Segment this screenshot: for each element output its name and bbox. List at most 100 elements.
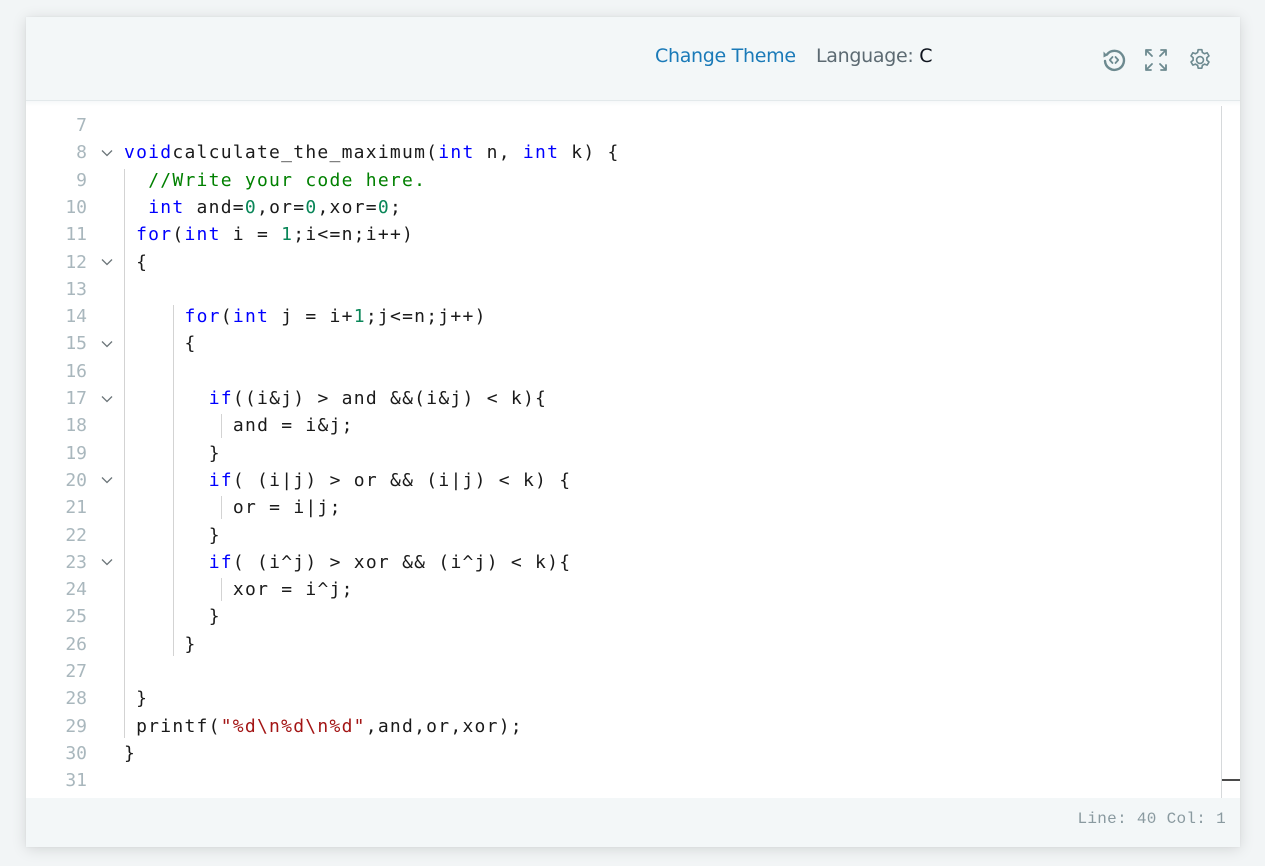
code-text: voidcalculate_the_maximum(int n, int k) … — [124, 139, 620, 166]
code-line[interactable]: 25} — [26, 603, 1216, 630]
code-editor[interactable]: 7 8 voidcalculate_the_maximum(int n, int k… — [26, 106, 1240, 798]
code-line[interactable]: 17 if((i&j) > and &&(i&j) < k){ — [26, 385, 1216, 412]
minimap-divider — [1221, 106, 1222, 798]
indent-guide — [221, 414, 222, 438]
token-text: ((i&j) > and &&(i&j) < k){ — [232, 388, 548, 409]
code-text: printf("%d\n%d\n%d",and,or,xor); — [136, 713, 523, 740]
code-text: xor = i^j; — [233, 576, 354, 603]
fold-chevron-icon[interactable] — [100, 330, 114, 357]
code-text: { — [136, 249, 148, 276]
line-number: 12 — [65, 251, 87, 273]
token-str: "%d\n%d\n%d" — [220, 715, 366, 737]
fold-chevron-icon[interactable] — [100, 549, 114, 576]
line-number: 28 — [65, 688, 87, 710]
line-number: 20 — [65, 469, 87, 491]
fullscreen-icon — [1145, 49, 1167, 71]
indent-guide — [124, 168, 125, 738]
code-text: } — [185, 631, 197, 658]
code-text: if( (i|j) > or && (i|j) < k) { — [209, 467, 572, 494]
code-line[interactable]: 11 for(int i = 1;i<=n;i++) — [26, 221, 1216, 248]
language-selector[interactable]: Language: C — [816, 45, 932, 67]
code-line[interactable]: 16 — [26, 358, 1216, 385]
token-text: k) { — [559, 142, 620, 164]
line-number: 7 — [76, 115, 87, 136]
token-kw: int — [522, 142, 560, 164]
token-text: } — [208, 606, 221, 628]
code-line[interactable]: 20 if( (i|j) > or && (i|j) < k) { — [26, 467, 1216, 494]
token-text: ( — [220, 306, 233, 328]
code-text: or = i|j; — [233, 494, 342, 521]
line-number: 11 — [65, 224, 87, 246]
code-line[interactable]: 28} — [26, 685, 1216, 712]
fold-chevron-icon[interactable] — [100, 139, 114, 166]
fullscreen-button[interactable] — [1142, 46, 1170, 74]
token-text: ,and,or,xor); — [365, 715, 523, 737]
code-text: //Write your code here. — [148, 167, 426, 194]
token-text: { — [184, 333, 197, 355]
token-text: ( (i^j) > xor && (i^j) < k){ — [232, 551, 572, 573]
line-number: 26 — [65, 633, 87, 655]
code-line[interactable]: 9 //Write your code here. — [26, 167, 1216, 194]
line-number: 9 — [76, 169, 87, 191]
code-line[interactable]: 7 — [26, 112, 1216, 139]
settings-button[interactable] — [1186, 46, 1214, 74]
token-text: or = i|j; — [232, 497, 342, 519]
token-text: ( (i|j) > or && (i|j) < k) { — [232, 469, 572, 491]
code-line[interactable]: 19} — [26, 440, 1216, 467]
token-text: calculate_the_maximum( — [172, 142, 439, 164]
token-kw: if — [208, 469, 233, 491]
token-kw: int — [232, 306, 270, 328]
code-line[interactable]: 12 { — [26, 249, 1216, 276]
code-line[interactable]: 22} — [26, 522, 1216, 549]
code-line[interactable]: 23 if( (i^j) > xor && (i^j) < k){ — [26, 549, 1216, 576]
code-text: and = i&j; — [233, 412, 354, 439]
code-line[interactable]: 31 — [26, 767, 1216, 794]
code-line[interactable]: 10 int and=0,or=0,xor=0; — [26, 194, 1216, 221]
change-theme-link[interactable]: Change Theme — [655, 45, 796, 67]
token-text: } — [208, 524, 221, 546]
token-text: n, — [474, 142, 523, 164]
code-text: for(int i = 1;i<=n;i++) — [136, 221, 414, 248]
code-line[interactable]: 13 — [26, 276, 1216, 303]
token-text: i = — [220, 224, 282, 246]
code-line[interactable]: 8 voidcalculate_the_maximum(int n, int k)… — [26, 139, 1216, 166]
code-line[interactable]: 27 — [26, 658, 1216, 685]
fold-chevron-icon[interactable] — [100, 467, 114, 494]
token-text: xor = i^j; — [232, 579, 354, 601]
token-text: ;j<=n;j++) — [365, 306, 487, 328]
token-kw: int — [438, 142, 475, 164]
code-line[interactable]: 15 { — [26, 330, 1216, 357]
indent-guide — [173, 305, 174, 656]
line-number: 16 — [65, 360, 87, 382]
token-num: 0 — [244, 196, 257, 218]
code-line[interactable]: 18 and = i&j; — [26, 412, 1216, 439]
code-line[interactable]: 14 for(int j = i+1;j<=n;j++) — [26, 303, 1216, 330]
language-label: Language: — [816, 45, 914, 67]
code-line[interactable]: 24 xor = i^j; — [26, 576, 1216, 603]
line-number: 27 — [65, 661, 87, 682]
code-text: } — [209, 603, 221, 630]
token-kw: int — [148, 196, 185, 218]
code-line[interactable]: 29 printf("%d\n%d\n%d",and,or,xor); — [26, 713, 1216, 740]
code-line[interactable]: 21 or = i|j; — [26, 494, 1216, 521]
code-line[interactable]: 30} — [26, 740, 1216, 767]
code-text: for(int j = i+1;j<=n;j++) — [185, 303, 487, 330]
token-num: 1 — [281, 224, 294, 246]
editor-header: Change Theme Language: C — [26, 17, 1240, 101]
token-text: { — [136, 251, 149, 273]
restore-code-button[interactable] — [1100, 46, 1128, 74]
code-line[interactable]: 26} — [26, 631, 1216, 658]
token-cmt: //Write your code here. — [148, 169, 427, 191]
line-number: 24 — [65, 579, 87, 601]
line-number: 17 — [65, 388, 87, 409]
line-number: 10 — [65, 196, 87, 218]
scrollbar-position-marker[interactable] — [1222, 779, 1240, 781]
token-text: ,xor= — [317, 196, 378, 218]
fold-chevron-icon[interactable] — [100, 249, 114, 276]
fold-chevron-icon[interactable] — [100, 385, 114, 412]
line-number: 21 — [65, 497, 87, 519]
line-number: 31 — [65, 770, 87, 792]
line-number: 25 — [65, 606, 87, 628]
token-kw: for — [136, 224, 173, 246]
line-number: 23 — [65, 551, 87, 573]
